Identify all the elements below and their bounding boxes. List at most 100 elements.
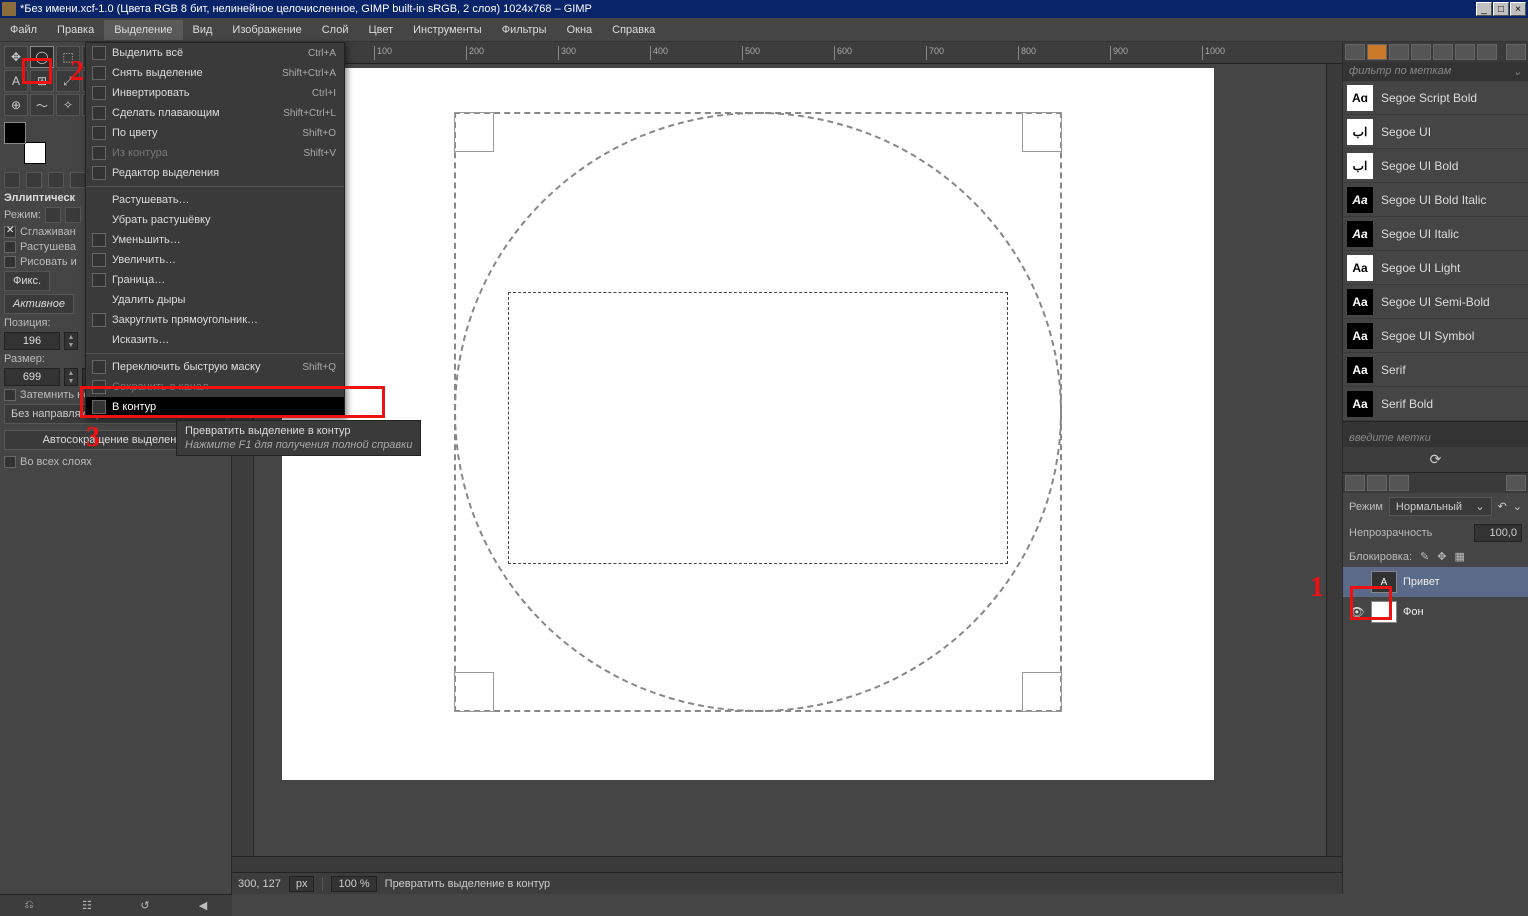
font-row[interactable]: AaSerif: [1343, 353, 1528, 387]
fg-bg-colors[interactable]: [4, 122, 46, 164]
position-x-input[interactable]: 196: [4, 332, 60, 350]
antialias-checkbox[interactable]: [4, 226, 16, 238]
menuitem-граница-[interactable]: Граница…: [86, 270, 344, 290]
font-row[interactable]: AaSegoe UI Semi-Bold: [1343, 285, 1528, 319]
opt-icon-4[interactable]: [70, 172, 86, 188]
selection-handle-tl[interactable]: [454, 112, 494, 152]
mode-add-icon[interactable]: [65, 207, 81, 223]
layers-menu-icon[interactable]: [1506, 475, 1526, 491]
tool-smudge[interactable]: 〜: [30, 94, 54, 116]
menuitem-редактор-выделения[interactable]: Редактор выделения: [86, 163, 344, 183]
menu-справка[interactable]: Справка: [602, 20, 665, 40]
menuitem-сделать-плавающим[interactable]: Сделать плавающимShift+Ctrl+L: [86, 103, 344, 123]
font-name: Segoe UI Bold: [1381, 159, 1458, 173]
active-button[interactable]: Активное: [4, 294, 74, 314]
selection-handle-tr[interactable]: [1022, 112, 1062, 152]
lock-alpha-icon[interactable]: ▦: [1454, 550, 1464, 563]
tab-history[interactable]: [1455, 44, 1475, 60]
opt-icon-3[interactable]: [48, 172, 64, 188]
layer-mode-dropdown[interactable]: Нормальный ⌄: [1389, 497, 1492, 516]
menu-вид[interactable]: Вид: [183, 20, 223, 40]
undo-history-icon[interactable]: ⎌: [21, 898, 37, 914]
menu-файл[interactable]: Файл: [0, 20, 47, 40]
fixed-button[interactable]: Фикс.: [4, 271, 50, 291]
tab-paths[interactable]: [1477, 44, 1497, 60]
tab-channels[interactable]: [1367, 475, 1387, 491]
close-button[interactable]: ×: [1510, 2, 1526, 16]
drawfrom-checkbox[interactable]: [4, 256, 16, 268]
menuitem-выделить-всё[interactable]: Выделить всёCtrl+A: [86, 43, 344, 63]
scrollbar-horizontal[interactable]: [232, 856, 1342, 872]
tool-clone[interactable]: ⊕: [4, 94, 28, 116]
tab-gradients[interactable]: [1411, 44, 1431, 60]
tab-patterns[interactable]: [1389, 44, 1409, 60]
maximize-button[interactable]: □: [1493, 2, 1509, 16]
status-coords: 300, 127: [238, 878, 281, 890]
font-row[interactable]: ابSegoe UI Bold: [1343, 149, 1528, 183]
bg-color-swatch[interactable]: [24, 142, 46, 164]
menuitem-растушевать-[interactable]: Растушевать…: [86, 190, 344, 210]
tab-menu-icon[interactable]: [1506, 44, 1526, 60]
font-row[interactable]: AaSegoe UI Italic: [1343, 217, 1528, 251]
font-scrollbar[interactable]: [1343, 421, 1528, 429]
tab-layers[interactable]: [1345, 475, 1365, 491]
opt-icon-1[interactable]: [4, 172, 20, 188]
menu-изображение[interactable]: Изображение: [222, 20, 311, 40]
menuitem-увеличить-[interactable]: Увеличить…: [86, 250, 344, 270]
tab-paths2[interactable]: [1389, 475, 1409, 491]
feather-checkbox[interactable]: [4, 241, 16, 253]
tab-fonts[interactable]: [1367, 44, 1387, 60]
font-row[interactable]: AaSegoe UI Bold Italic: [1343, 183, 1528, 217]
menuitem-исказить-[interactable]: Исказить…: [86, 330, 344, 350]
opt-icon-2[interactable]: [26, 172, 42, 188]
status-unit[interactable]: px: [289, 876, 315, 892]
mode-replace-icon[interactable]: [45, 207, 61, 223]
menuitem-уменьшить-[interactable]: Уменьшить…: [86, 230, 344, 250]
menuitem-по-цвету[interactable]: По цветуShift+O: [86, 123, 344, 143]
font-row[interactable]: ابSegoe UI: [1343, 115, 1528, 149]
menuitem-закруглить-прямоугольник-[interactable]: Закруглить прямоугольник…: [86, 310, 344, 330]
refresh-icon[interactable]: ⟳: [1430, 451, 1442, 468]
menu-слой[interactable]: Слой: [312, 20, 359, 40]
font-row[interactable]: AaSegoe UI Light: [1343, 251, 1528, 285]
darken-checkbox[interactable]: [4, 389, 16, 401]
font-row[interactable]: AɑSegoe Script Bold: [1343, 81, 1528, 115]
size-w-input[interactable]: 699: [4, 368, 60, 386]
menuitem-удалить-дыры[interactable]: Удалить дыры: [86, 290, 344, 310]
menu-выделение[interactable]: Выделение: [104, 20, 182, 40]
reset-icon[interactable]: ↺: [137, 898, 153, 914]
images-icon[interactable]: ☷: [79, 898, 95, 914]
lock-position-icon[interactable]: ✥: [1437, 550, 1446, 563]
menu-цвет[interactable]: Цвет: [358, 20, 403, 40]
tag-input[interactable]: введите метки: [1343, 429, 1528, 447]
selection-handle-br[interactable]: [1022, 672, 1062, 712]
menuitem-убрать-растушёвку[interactable]: Убрать растушёвку: [86, 210, 344, 230]
all-layers-checkbox[interactable]: [4, 456, 16, 468]
menuitem-снять-выделение[interactable]: Снять выделениеShift+Ctrl+A: [86, 63, 344, 83]
selection-handle-bl[interactable]: [454, 672, 494, 712]
minimize-button[interactable]: _: [1476, 2, 1492, 16]
font-filter-input[interactable]: фильтр по меткам ⌄: [1343, 62, 1528, 81]
menuitem-инвертировать[interactable]: ИнвертироватьCtrl+I: [86, 83, 344, 103]
position-x-spinner[interactable]: ▲▼: [64, 332, 78, 350]
fg-color-swatch[interactable]: [4, 122, 26, 144]
font-row[interactable]: AaSerif Bold: [1343, 387, 1528, 421]
chevron-down-icon[interactable]: ⌄: [1513, 500, 1522, 513]
status-zoom[interactable]: 100 %: [331, 876, 376, 892]
size-w-spinner[interactable]: ▲▼: [64, 368, 78, 386]
menu-правка[interactable]: Правка: [47, 20, 104, 40]
menuitem-переключить-быструю-маску[interactable]: Переключить быструю маскуShift+Q: [86, 357, 344, 377]
menu-фильтры[interactable]: Фильтры: [492, 20, 557, 40]
tab-palettes[interactable]: [1433, 44, 1453, 60]
opacity-value[interactable]: 100,0: [1474, 524, 1522, 542]
menu-инструменты[interactable]: Инструменты: [403, 20, 492, 40]
font-row[interactable]: AaSegoe UI Symbol: [1343, 319, 1528, 353]
tool-path[interactable]: ✧: [56, 94, 80, 116]
scrollbar-vertical[interactable]: [1326, 64, 1342, 856]
reset-mode-icon[interactable]: ↶: [1498, 500, 1507, 513]
lock-pixels-icon[interactable]: ✎: [1420, 550, 1429, 563]
menu-окна[interactable]: Окна: [557, 20, 603, 40]
delete-icon[interactable]: ◀: [195, 898, 211, 914]
tab-brushes[interactable]: [1345, 44, 1365, 60]
canvas[interactable]: [254, 64, 1326, 856]
